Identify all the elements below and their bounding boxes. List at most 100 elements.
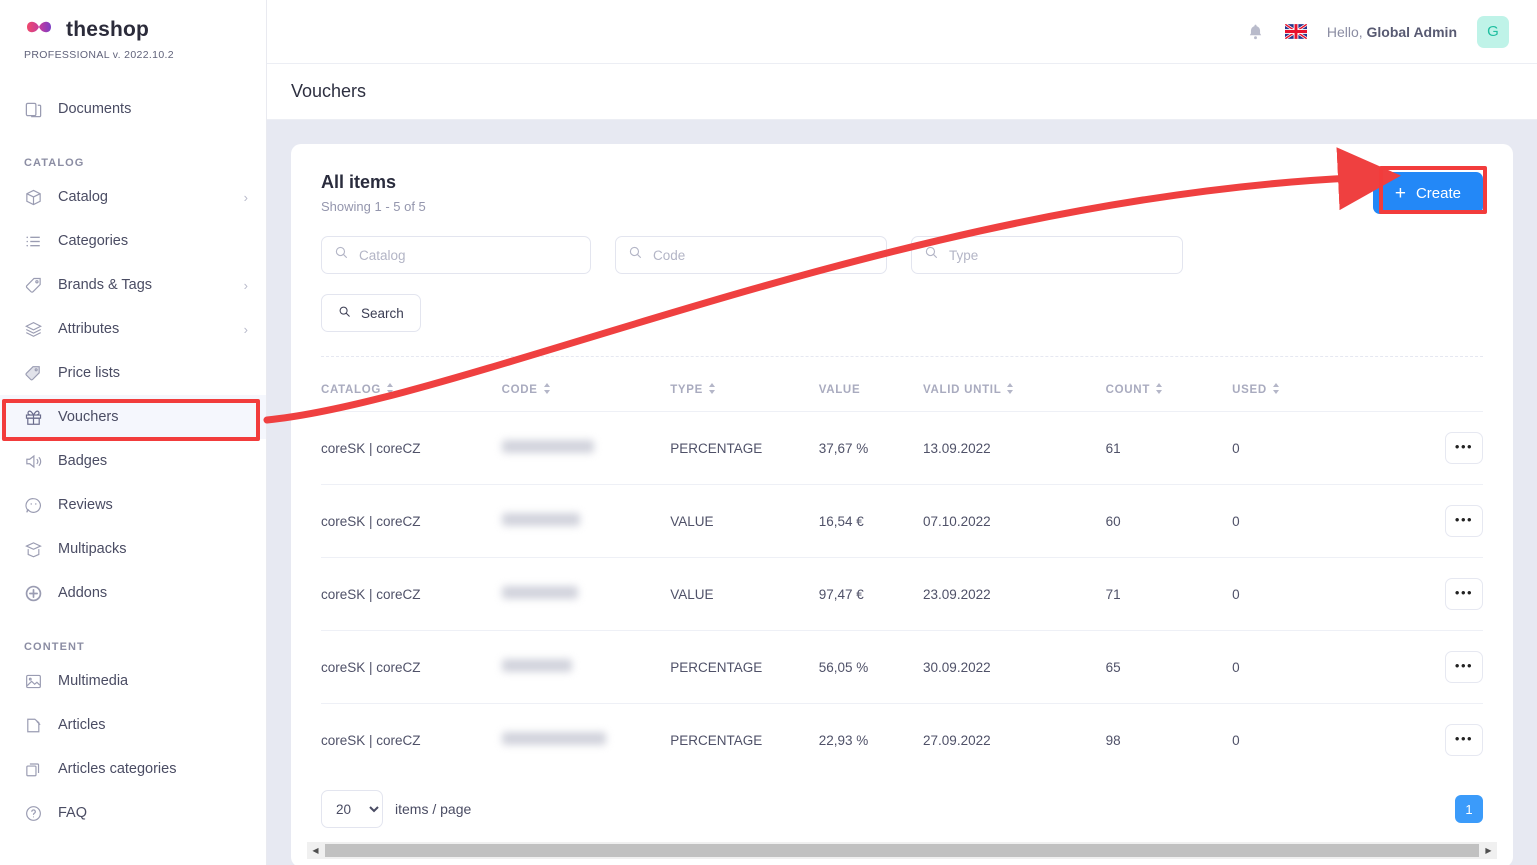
column-label: VALUE <box>818 384 861 396</box>
review-icon <box>24 496 50 515</box>
table-row[interactable]: coreSK | coreCZ PERCENTAGE 56,05 % 30.09… <box>321 630 1483 704</box>
page-button-1[interactable]: 1 <box>1455 795 1483 823</box>
table-body: coreSK | coreCZ PERCENTAGE 37,67 % 13.09… <box>321 411 1483 776</box>
row-actions-button[interactable]: ••• <box>1445 505 1483 537</box>
greeting: Hello, Global Admin <box>1327 24 1457 40</box>
catalog-filter-input[interactable] <box>359 247 590 263</box>
scroll-right-arrow-icon[interactable]: ▶ <box>1480 842 1497 859</box>
column-header-type[interactable]: TYPE <box>670 373 819 412</box>
sidebar-item-vouchers[interactable]: Vouchers <box>0 395 266 439</box>
notification-bell-icon[interactable] <box>1246 22 1265 42</box>
sidebar-item-brands-tags[interactable]: Brands & Tags › <box>0 263 266 307</box>
plus-icon: + <box>1394 182 1406 204</box>
card-header: All items Showing 1 - 5 of 5 + Create <box>291 144 1513 214</box>
sidebar-item-multimedia[interactable]: Multimedia <box>0 659 266 703</box>
cell-valid-until: 23.09.2022 <box>923 557 1106 631</box>
sidebar-item-multipacks[interactable]: Multipacks <box>0 527 266 571</box>
cell-catalog: coreSK | coreCZ <box>321 630 502 704</box>
row-actions-button[interactable]: ••• <box>1445 724 1483 756</box>
cell-type: VALUE <box>670 484 819 558</box>
row-actions-button[interactable]: ••• <box>1445 578 1483 610</box>
per-page-select[interactable]: 20 50 100 <box>321 790 383 828</box>
code-filter[interactable] <box>615 236 887 274</box>
row-actions-button[interactable]: ••• <box>1445 651 1483 683</box>
sidebar-item-badges[interactable]: Badges <box>0 439 266 483</box>
table-row[interactable]: coreSK | coreCZ VALUE 97,47 € 23.09.2022… <box>321 557 1483 631</box>
row-actions-button[interactable]: ••• <box>1445 432 1483 464</box>
sidebar-item-catalog[interactable]: Catalog › <box>0 175 266 219</box>
cell-type: PERCENTAGE <box>670 630 819 704</box>
create-button-label: Create <box>1415 184 1461 202</box>
sidebar-item-label: Attributes <box>58 321 120 337</box>
catalog-filter[interactable] <box>321 236 591 274</box>
brand[interactable]: theshop PROFESSIONAL v. 2022.10.2 <box>0 0 266 62</box>
sidebar: theshop PROFESSIONAL v. 2022.10.2 Docume… <box>0 0 267 865</box>
plus-circle-icon <box>24 584 50 603</box>
sidebar-item-documents[interactable]: Documents <box>0 87 266 131</box>
sidebar-item-label: Brands & Tags <box>58 277 153 293</box>
cell-actions: ••• <box>1392 411 1483 485</box>
table-row[interactable]: coreSK | coreCZ VALUE 16,54 € 07.10.2022… <box>321 484 1483 558</box>
chevron-right-icon: › <box>243 321 248 337</box>
cell-code <box>501 557 671 631</box>
redacted-code <box>501 440 594 453</box>
cell-code <box>501 484 671 558</box>
cell-used: 0 <box>1232 557 1393 631</box>
scrollbar-thumb[interactable] <box>325 844 1479 857</box>
code-filter-input[interactable] <box>653 247 886 263</box>
table-header-row: CATALOG CODE TYPE VALUE VALID UNTIL COUN… <box>321 373 1483 412</box>
avatar[interactable]: G <box>1477 15 1509 48</box>
cell-catalog: coreSK | coreCZ <box>321 484 502 558</box>
pagination-bar: 20 50 100 items / page 1 <box>291 776 1513 828</box>
sort-icon[interactable] <box>386 383 394 397</box>
sidebar-item-label: Multipacks <box>58 541 127 557</box>
table-row[interactable]: coreSK | coreCZ PERCENTAGE 22,93 % 27.09… <box>321 703 1483 776</box>
question-mark-icon <box>24 804 50 823</box>
sidebar-section-content: CONTENT <box>24 641 85 653</box>
column-label: TYPE <box>670 384 704 396</box>
sort-icon[interactable] <box>543 383 551 397</box>
scroll-left-arrow-icon[interactable]: ◀ <box>307 842 324 859</box>
cell-count: 60 <box>1105 484 1233 558</box>
cell-valid-until: 30.09.2022 <box>923 630 1106 704</box>
sidebar-item-price-lists[interactable]: Price lists <box>0 351 266 395</box>
cell-value: 16,54 € <box>818 484 924 558</box>
uk-flag-icon[interactable] <box>1284 24 1307 39</box>
column-header-valid-until[interactable]: VALID UNTIL <box>923 373 1106 412</box>
search-icon <box>628 245 643 265</box>
type-filter-input[interactable] <box>949 247 1182 263</box>
cell-valid-until: 27.09.2022 <box>923 703 1106 776</box>
cell-catalog: coreSK | coreCZ <box>321 557 502 631</box>
column-header-code[interactable]: CODE <box>502 373 671 412</box>
cell-value: 97,47 € <box>818 557 924 631</box>
sort-icon[interactable] <box>1272 383 1280 397</box>
create-button[interactable]: + Create <box>1372 172 1483 214</box>
search-icon <box>924 245 939 265</box>
type-filter[interactable] <box>911 236 1183 274</box>
sidebar-item-attributes[interactable]: Attributes › <box>0 307 266 351</box>
chevron-right-icon: › <box>243 189 248 205</box>
sort-icon[interactable] <box>1155 383 1163 397</box>
cube-icon <box>24 188 50 207</box>
sidebar-item-addons[interactable]: Addons <box>0 571 266 615</box>
sidebar-item-articles-categories[interactable]: Articles categories <box>0 747 266 791</box>
sidebar-item-articles[interactable]: Articles <box>0 703 266 747</box>
sidebar-item-reviews[interactable]: Reviews <box>0 483 266 527</box>
sidebar-item-categories[interactable]: Categories <box>0 219 266 263</box>
article-icon <box>24 716 50 735</box>
sort-icon[interactable] <box>1006 383 1014 397</box>
sort-icon[interactable] <box>708 383 716 397</box>
search-icon <box>338 305 352 322</box>
column-header-used[interactable]: USED <box>1232 373 1393 412</box>
search-button[interactable]: Search <box>321 294 421 332</box>
cell-code <box>501 411 671 485</box>
sidebar-item-faq[interactable]: FAQ <box>0 791 266 835</box>
table-row[interactable]: coreSK | coreCZ PERCENTAGE 37,67 % 13.09… <box>321 411 1483 485</box>
search-icon <box>334 245 349 265</box>
cell-used: 0 <box>1232 630 1393 704</box>
horizontal-scrollbar[interactable]: ◀ ▶ <box>307 842 1497 859</box>
column-header-count[interactable]: COUNT <box>1106 373 1232 412</box>
column-header-catalog[interactable]: CATALOG <box>321 373 502 412</box>
cell-catalog: coreSK | coreCZ <box>321 411 502 485</box>
megaphone-icon <box>24 452 50 471</box>
